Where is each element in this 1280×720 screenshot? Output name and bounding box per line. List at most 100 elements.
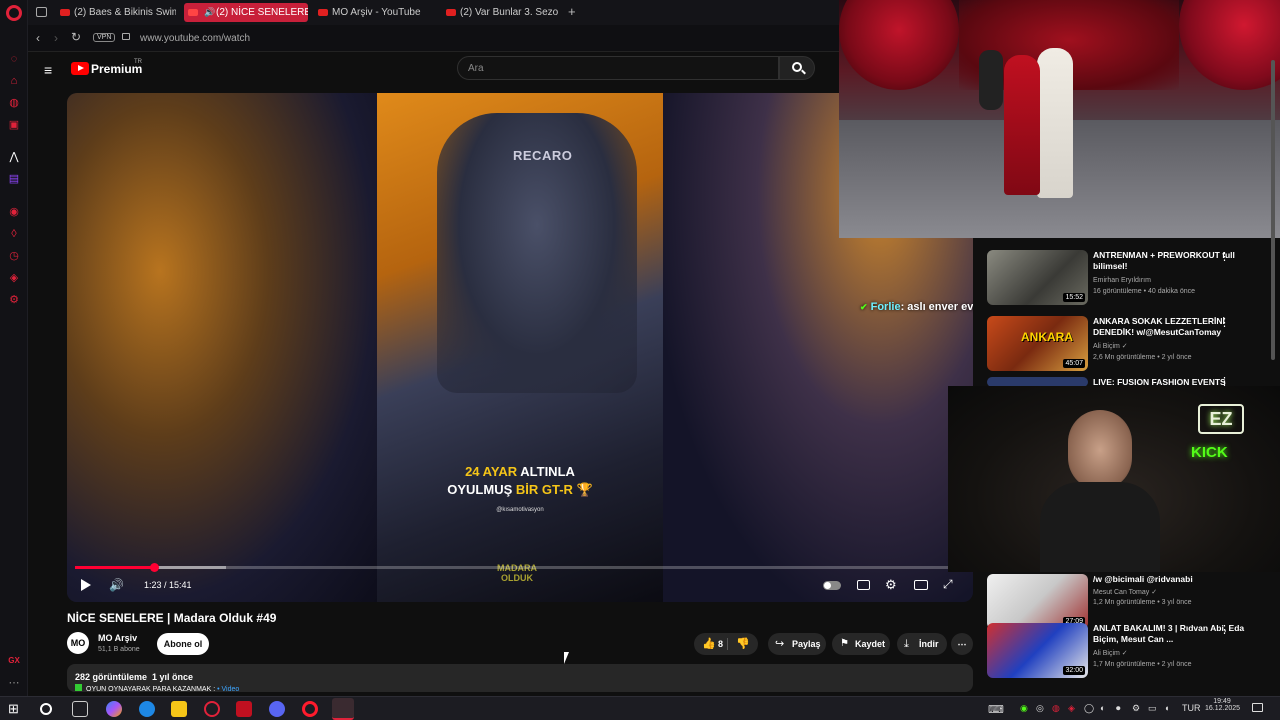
tray-steam-icon[interactable]: ◐ (1100, 703, 1105, 713)
search-taskbar-icon[interactable] (40, 703, 52, 715)
description-tag[interactable]: • Video (217, 686, 239, 693)
tray-gx-icon[interactable]: ◈ (1068, 703, 1075, 714)
theater-mode-icon[interactable] (914, 580, 928, 590)
sidebar-extension-icon[interactable]: ◈ (7, 271, 21, 285)
video-thumbnail[interactable]: ANKARA 45:07 (987, 316, 1088, 371)
save-button[interactable]: ⚑ Kaydet (832, 633, 890, 655)
discord-tray-icon[interactable]: ◎ (1036, 703, 1044, 714)
youtube-logo-icon[interactable] (71, 62, 89, 75)
volume-tray-icon[interactable]: ◖ (1164, 703, 1169, 713)
recommended-video[interactable]: 32:00 ANLAT BAKALIM! 3 | Rıdvan Abi, Eda… (987, 623, 1273, 678)
sidebar-more-icon[interactable]: ⋯ (7, 676, 21, 690)
subscriber-count: 51,1 B abone (98, 646, 140, 653)
network-icon[interactable]: ▭ (1148, 703, 1157, 714)
start-icon[interactable]: ⊞ (8, 701, 24, 717)
description-box[interactable]: 282 görüntüleme 1 yıl önce OYUN OYNAYARA… (67, 664, 973, 693)
language-indicator[interactable]: TUR (1182, 703, 1201, 713)
fullscreen-icon[interactable]: ⤢ (943, 577, 953, 592)
sidebar-player-icon[interactable]: ◉ (7, 205, 21, 219)
video-thumbnail[interactable]: 32:00 (987, 623, 1088, 678)
opera-icon[interactable] (302, 701, 318, 717)
rec-menu-icon[interactable]: ⋮ (1219, 250, 1230, 263)
sidebar-aria-icon[interactable]: ◌ (7, 52, 21, 66)
play-button[interactable] (81, 579, 91, 591)
sidebar-twitch-icon[interactable]: ▤ (7, 172, 21, 186)
new-tab-button[interactable]: + (568, 4, 576, 19)
recommended-video[interactable]: 15:52 ANTRENMAN + PREWORKOUT full bilims… (987, 250, 1273, 305)
active-app-icon[interactable] (332, 698, 354, 720)
opera-gx-taskbar-icon[interactable] (204, 701, 220, 717)
recommended-video[interactable]: ANKARA 45:07 ANKARA SOKAK LEZZETLERİNİ D… (987, 316, 1273, 371)
share-icon: ↪ (775, 638, 785, 650)
subtitles-icon[interactable] (857, 580, 870, 590)
tray-globe-icon[interactable]: ◯ (1084, 703, 1094, 714)
rec-channel[interactable]: Ali Biçim ✓ (1093, 649, 1128, 657)
menu-icon[interactable]: ≡ (44, 62, 52, 78)
video-thumbnail[interactable]: 15:52 (987, 250, 1088, 305)
sidebar-bookmark-icon[interactable]: ◊ (7, 227, 21, 241)
download-button[interactable]: ⤓ İndir (897, 633, 947, 655)
tray-settings-icon[interactable]: ⚙ (1132, 703, 1140, 714)
youtube-favicon-icon (60, 9, 70, 16)
subscribe-button[interactable]: Abone ol (157, 633, 209, 655)
sidebar-settings-icon[interactable]: ⚙ (7, 293, 21, 307)
rec-title[interactable]: /w @bicimali @ridvanabi (1093, 574, 1253, 585)
tab-baes-bikinis[interactable]: (2) Baes & Bikinis Swimw (56, 3, 176, 22)
autoplay-toggle[interactable] (823, 581, 841, 590)
caption-white-2: OYULMUŞ (447, 482, 513, 497)
speaker-icon[interactable]: 🔊 (204, 3, 215, 22)
clock[interactable]: 19:49 16.12.2025 (1205, 698, 1240, 712)
url-field[interactable]: www.youtube.com/watch (140, 33, 250, 44)
rec-channel[interactable]: Ali Biçim ✓ (1093, 342, 1128, 350)
microphone-icon[interactable]: ⏺ (1116, 703, 1121, 714)
vpn-badge[interactable]: VPN (93, 33, 116, 42)
tab-var-bunlar[interactable]: (2) Var Bunlar 3. Sezon 1. (442, 3, 558, 22)
sidebar-history-icon[interactable]: ◷ (7, 249, 21, 263)
nvidia-icon[interactable]: ◉ (1020, 703, 1028, 714)
video-player[interactable]: RECARO 24 AYAR ALTINLA OYULMUŞ BİR GT-R … (67, 93, 973, 602)
sidebar-arrow-icon[interactable]: ⋀ (7, 150, 21, 164)
rec-stats: 16 görüntüleme • 40 dakika önce (1093, 288, 1196, 295)
like-icon[interactable]: 👍 (702, 633, 716, 655)
keyboard-icon[interactable]: ⌨ (988, 703, 1004, 716)
task-view-icon[interactable] (72, 701, 88, 717)
search-button[interactable] (779, 56, 815, 80)
discord-icon[interactable] (269, 701, 285, 717)
sidebar-messenger-icon[interactable]: ◍ (7, 96, 21, 110)
video-thumbnail[interactable]: 27:09 (987, 574, 1088, 629)
rec-channel[interactable]: Emirhan Eryıldırım (1093, 277, 1151, 284)
duration-badge: 15:52 (1063, 293, 1085, 302)
rec-channel[interactable]: Mesut Can Tomay ✓ (1093, 588, 1157, 596)
recommended-video[interactable]: 27:09 /w @bicimali @ridvanabi Mesut Can … (987, 574, 1273, 629)
forward-button[interactable]: › (54, 31, 58, 45)
search-input[interactable]: Ara (457, 56, 779, 80)
streamer-body (1040, 482, 1160, 572)
dislike-icon[interactable]: 👎 (736, 633, 750, 655)
channel-name[interactable]: MO Arşiv (98, 633, 137, 643)
video-app-icon[interactable] (236, 701, 252, 717)
tab-nice-senelere[interactable]: 🔊 (2) NİCE SENELERE | (184, 3, 308, 22)
copilot-icon[interactable] (106, 701, 122, 717)
rec-menu-icon[interactable]: ⋮ (1219, 623, 1230, 636)
more-actions-button[interactable]: ⋯ (951, 633, 973, 655)
sidebar-bag-icon[interactable]: ⌂ (7, 74, 21, 88)
progress-track[interactable] (75, 563, 965, 572)
notification-icon[interactable] (1252, 703, 1263, 712)
rec-menu-icon[interactable]: ⋮ (1219, 316, 1230, 329)
lock-icon[interactable] (122, 33, 130, 40)
back-button[interactable]: ‹ (36, 31, 40, 45)
sidebar-mail-icon[interactable]: ▣ (7, 118, 21, 132)
opera-logo-icon[interactable] (6, 5, 22, 21)
tab-mo-arsiv[interactable]: MO Arşiv - YouTube (314, 3, 438, 22)
reload-button[interactable]: ↻ (71, 30, 81, 44)
share-button[interactable]: ↪ Paylaş (768, 633, 826, 655)
tab-overview-icon[interactable] (36, 7, 47, 17)
channel-avatar[interactable]: MO (67, 632, 89, 654)
volume-icon[interactable]: 🔊 (109, 578, 124, 592)
edge-icon[interactable] (139, 701, 155, 717)
tray-app-icon[interactable]: ◍ (1052, 703, 1060, 714)
download-icon: ⤓ (904, 638, 909, 650)
settings-icon[interactable]: ⚙ (885, 577, 897, 593)
page-scrollbar[interactable] (1271, 60, 1275, 360)
file-explorer-icon[interactable] (171, 701, 187, 717)
